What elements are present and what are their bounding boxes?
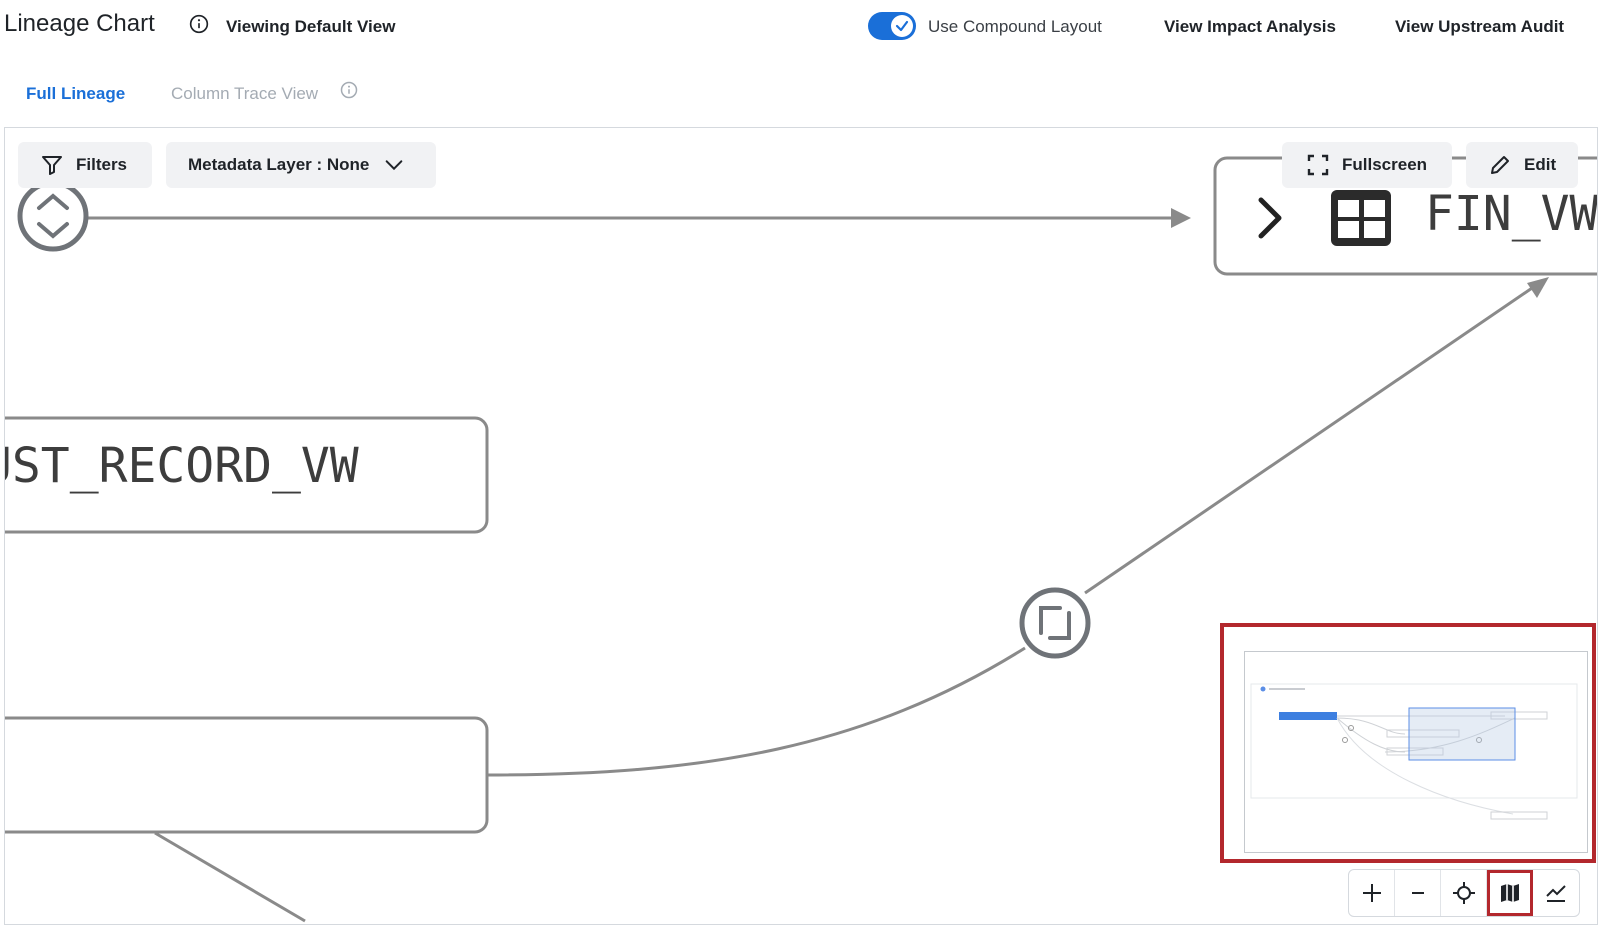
filters-button[interactable]: Filters — [18, 142, 152, 188]
fullscreen-button[interactable]: Fullscreen — [1282, 142, 1452, 188]
filters-label: Filters — [76, 155, 128, 174]
page-title: Lineage Chart — [4, 10, 155, 37]
view-impact-analysis-link[interactable]: View Impact Analysis — [1164, 17, 1336, 37]
minimap-icon — [1501, 884, 1519, 902]
compound-layout-toggle[interactable] — [868, 12, 916, 40]
edge-curve — [486, 646, 1026, 777]
node-label-record-vw[interactable]: UST_RECORD_VW — [5, 438, 359, 494]
edge-up — [1084, 284, 1536, 595]
metadata-layer-dropdown[interactable]: Metadata Layer : None — [166, 142, 436, 188]
view-label: Viewing Default View — [226, 17, 396, 36]
edge-down — [154, 831, 306, 923]
edge-arrow — [1527, 277, 1549, 298]
trend-button[interactable] — [1533, 870, 1579, 916]
minimap-graph — [1250, 683, 1578, 820]
collapse-handle-icon — [17, 180, 89, 252]
minimap-toggle-button[interactable] — [1487, 870, 1533, 916]
zoom-controls — [1348, 869, 1580, 917]
zoom-in-icon — [1362, 884, 1381, 902]
recenter-icon — [1452, 882, 1475, 904]
fullscreen-icon — [1307, 154, 1329, 176]
edit-label: Edit — [1524, 155, 1557, 174]
info-icon[interactable] — [189, 14, 209, 39]
fullscreen-label: Fullscreen — [1342, 155, 1428, 174]
minimap[interactable] — [1244, 651, 1588, 853]
trend-icon — [1546, 885, 1566, 902]
zoom-in-button[interactable] — [1349, 870, 1395, 916]
recenter-button[interactable] — [1441, 870, 1487, 916]
zoom-out-button[interactable] — [1395, 870, 1441, 916]
node-box — [5, 716, 489, 834]
column-trace-info-icon[interactable] — [340, 81, 358, 104]
zoom-out-icon — [1411, 892, 1424, 894]
pencil-icon — [1491, 156, 1509, 174]
filter-icon — [42, 156, 62, 175]
check-icon — [891, 15, 913, 37]
tab-column-trace-view[interactable]: Column Trace View — [171, 84, 318, 104]
minimap-panel[interactable] — [1220, 623, 1596, 863]
edge-arrow — [1171, 208, 1191, 228]
compound-node-icon — [1019, 587, 1091, 659]
node-label-fin-vw[interactable]: FIN_VW — [1425, 186, 1597, 242]
compound-layout-label: Use Compound Layout — [928, 17, 1102, 36]
edit-button[interactable]: Edit — [1466, 142, 1578, 188]
metadata-layer-label: Metadata Layer : None — [188, 155, 370, 174]
tab-full-lineage[interactable]: Full Lineage — [26, 84, 125, 104]
table-icon — [1331, 190, 1391, 246]
view-upstream-audit-link[interactable]: View Upstream Audit — [1395, 17, 1564, 37]
chevron-down-icon — [386, 160, 403, 171]
